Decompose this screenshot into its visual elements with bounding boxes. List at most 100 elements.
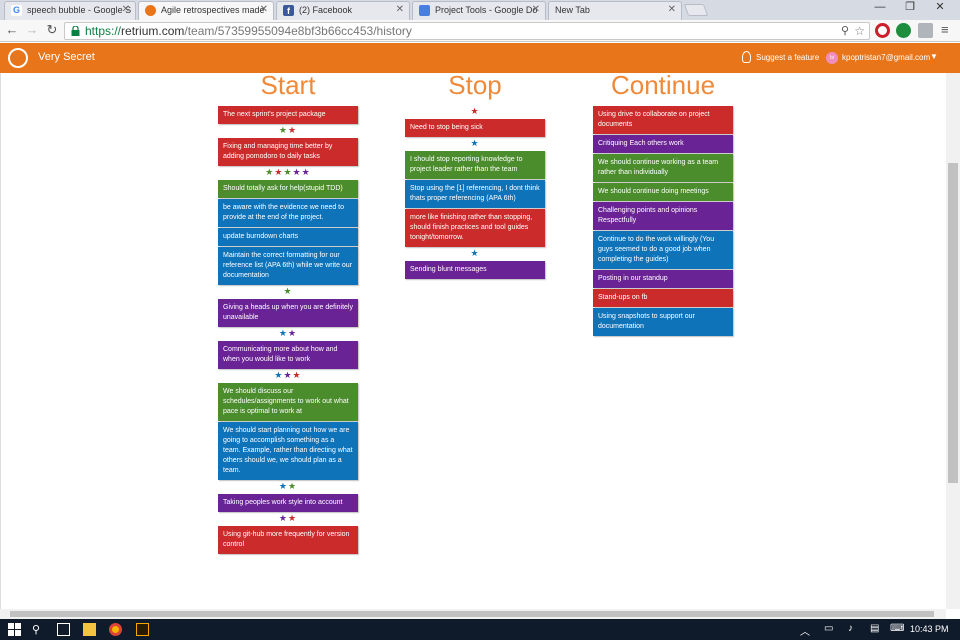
horizontal-scroll-thumb[interactable] — [10, 611, 934, 617]
star-icon: ★ — [278, 513, 288, 523]
browser-tab-retrium[interactable]: Agile retrospectives made ✕ — [138, 1, 274, 20]
star-icon: ★ — [283, 286, 293, 296]
horizontal-scrollbar[interactable] — [0, 609, 946, 619]
vote-stars: ★ — [405, 248, 545, 258]
menu-icon[interactable]: ≡ — [941, 23, 949, 37]
avatar[interactable]: bi — [826, 52, 838, 64]
retro-card[interactable]: Continue to do the work willingly (You g… — [593, 231, 733, 269]
star-icon: ★ — [301, 167, 311, 177]
browser-tab-new-tab[interactable]: New Tab ✕ — [548, 1, 682, 20]
vote-stars: ★ — [405, 138, 545, 148]
volume-icon[interactable]: ♪ — [848, 623, 861, 636]
column-title-stop: Stop — [448, 73, 502, 100]
new-tab-button[interactable] — [683, 4, 709, 16]
vote-stars: ★★★ — [218, 370, 358, 380]
close-tab-icon[interactable]: ✕ — [532, 4, 540, 15]
back-arrow-icon[interactable]: ← — [4, 22, 20, 38]
retro-card[interactable]: Using snapshots to support our documenta… — [593, 308, 733, 336]
docs-favicon-icon — [419, 5, 430, 16]
retro-card[interactable]: Sending blunt messages — [405, 261, 545, 279]
retro-card[interactable]: Using drive to collaborate on project do… — [593, 106, 733, 134]
windows-taskbar: ⚲ ︿ ▭ ♪ ▤ ⌨ 10:43 PM — [0, 619, 960, 640]
clock: 10:43 PM — [910, 624, 949, 634]
retro-card[interactable]: be aware with the evidence we need to pr… — [218, 199, 358, 227]
vote-stars: ★★ — [218, 481, 358, 491]
retro-card[interactable]: Fixing and managing time better by addin… — [218, 138, 358, 166]
lightbulb-icon — [742, 51, 751, 63]
close-tab-icon[interactable]: ✕ — [668, 4, 676, 15]
retro-card[interactable]: Taking peoples work style into account — [218, 494, 358, 512]
close-window-icon[interactable]: ✕ — [926, 0, 954, 14]
retro-card[interactable]: Challenging points and opinions Respectf… — [593, 202, 733, 230]
retro-card[interactable]: Should totally ask for help(stupid TDD) — [218, 180, 358, 198]
star-icon: ★ — [288, 481, 298, 491]
retro-card[interactable]: update burndown charts — [218, 228, 358, 246]
star-icon: ★ — [283, 370, 293, 380]
network-icon[interactable]: ▭ — [824, 623, 837, 636]
forward-arrow-icon[interactable]: → — [24, 22, 40, 38]
chevron-down-icon[interactable]: ▼ — [930, 52, 938, 61]
chrome-icon[interactable] — [109, 623, 122, 636]
restore-window-icon[interactable]: ❐ — [896, 0, 924, 14]
vote-stars: ★ — [218, 286, 358, 296]
new-extension-icon[interactable] — [896, 23, 911, 38]
close-tab-icon[interactable]: ✕ — [396, 4, 404, 15]
retro-card[interactable]: Stand-ups on fb — [593, 289, 733, 307]
retro-card[interactable]: The next sprint's project package — [218, 106, 358, 124]
address-bar[interactable]: https://retrium.com/team/57359955094e8bf… — [64, 22, 870, 40]
retro-card[interactable]: Using git-hub more frequently for versio… — [218, 526, 358, 554]
close-tab-icon[interactable]: ✕ — [260, 4, 268, 15]
keyboard-icon[interactable]: ⌨ — [890, 623, 904, 636]
browser-tab-google-docs[interactable]: Project Tools - Google Do ✕ — [412, 1, 546, 20]
star-icon: ★ — [278, 481, 288, 491]
star-icon: ★ — [470, 248, 480, 258]
browser-tab-google-search[interactable]: G speech bubble - Google S ✕ — [4, 1, 136, 20]
browser-tab-strip: G speech bubble - Google S ✕ Agile retro… — [0, 0, 960, 20]
retro-card[interactable]: Critiquing Each others work — [593, 135, 733, 153]
vertical-scroll-thumb[interactable] — [948, 163, 958, 483]
user-email[interactable]: kpoptristan7@gmail.com — [842, 53, 930, 62]
retro-card[interactable]: Stop using the [1] referencing, I dont t… — [405, 180, 545, 208]
star-icon: ★ — [288, 125, 298, 135]
suggest-feature-link[interactable]: Suggest a feature — [756, 53, 819, 62]
retro-card[interactable]: Maintain the correct formatting for our … — [218, 247, 358, 285]
team-name[interactable]: Very Secret — [38, 51, 95, 63]
browser-tab-facebook[interactable]: f (2) Facebook ✕ — [276, 1, 410, 20]
search-icon[interactable]: ⚲ — [32, 623, 45, 636]
vote-stars: ★★★★★ — [218, 167, 358, 177]
zoom-icon[interactable]: ⚲ — [841, 23, 849, 39]
retro-card[interactable]: more like finishing rather than stopping… — [405, 209, 545, 247]
bookmark-star-icon[interactable]: ☆ — [854, 23, 865, 39]
illustrator-icon[interactable] — [136, 623, 149, 636]
task-view-icon[interactable] — [57, 623, 70, 636]
vote-stars: ★★ — [218, 513, 358, 523]
vertical-scrollbar[interactable] — [946, 73, 960, 609]
reload-icon[interactable]: ↻ — [44, 22, 60, 38]
facebook-favicon-icon: f — [283, 5, 294, 16]
retro-card[interactable]: We should discuss our schedules/assignme… — [218, 383, 358, 421]
retro-card[interactable]: We should continue working as a team rat… — [593, 154, 733, 182]
star-icon: ★ — [265, 167, 275, 177]
retrium-logo-icon[interactable] — [8, 48, 28, 68]
file-explorer-icon[interactable] — [83, 623, 96, 636]
opera-extension-icon[interactable] — [875, 23, 890, 38]
minimize-window-icon[interactable]: — — [866, 0, 894, 14]
star-icon: ★ — [288, 328, 298, 338]
star-icon: ★ — [278, 125, 288, 135]
retro-card[interactable]: We should continue doing meetings — [593, 183, 733, 201]
retro-card[interactable]: I should stop reporting knowledge to pro… — [405, 151, 545, 179]
cube-extension-icon[interactable] — [918, 23, 933, 38]
retro-card[interactable]: Posting in our standup — [593, 270, 733, 288]
retro-card[interactable]: We should start planning out how we are … — [218, 422, 358, 480]
retro-card[interactable]: Giving a heads up when you are definitel… — [218, 299, 358, 327]
vote-stars: ★ — [405, 106, 545, 116]
windows-start-icon[interactable] — [8, 623, 21, 636]
star-icon: ★ — [288, 513, 298, 523]
star-icon: ★ — [292, 167, 302, 177]
close-tab-icon[interactable]: ✕ — [122, 4, 130, 15]
vote-stars: ★★ — [218, 328, 358, 338]
retro-card[interactable]: Need to stop being sick — [405, 119, 545, 137]
retro-card[interactable]: Communicating more about how and when yo… — [218, 341, 358, 369]
notifications-icon[interactable]: ▤ — [870, 623, 883, 636]
chevron-up-icon[interactable]: ︿ — [800, 623, 813, 638]
